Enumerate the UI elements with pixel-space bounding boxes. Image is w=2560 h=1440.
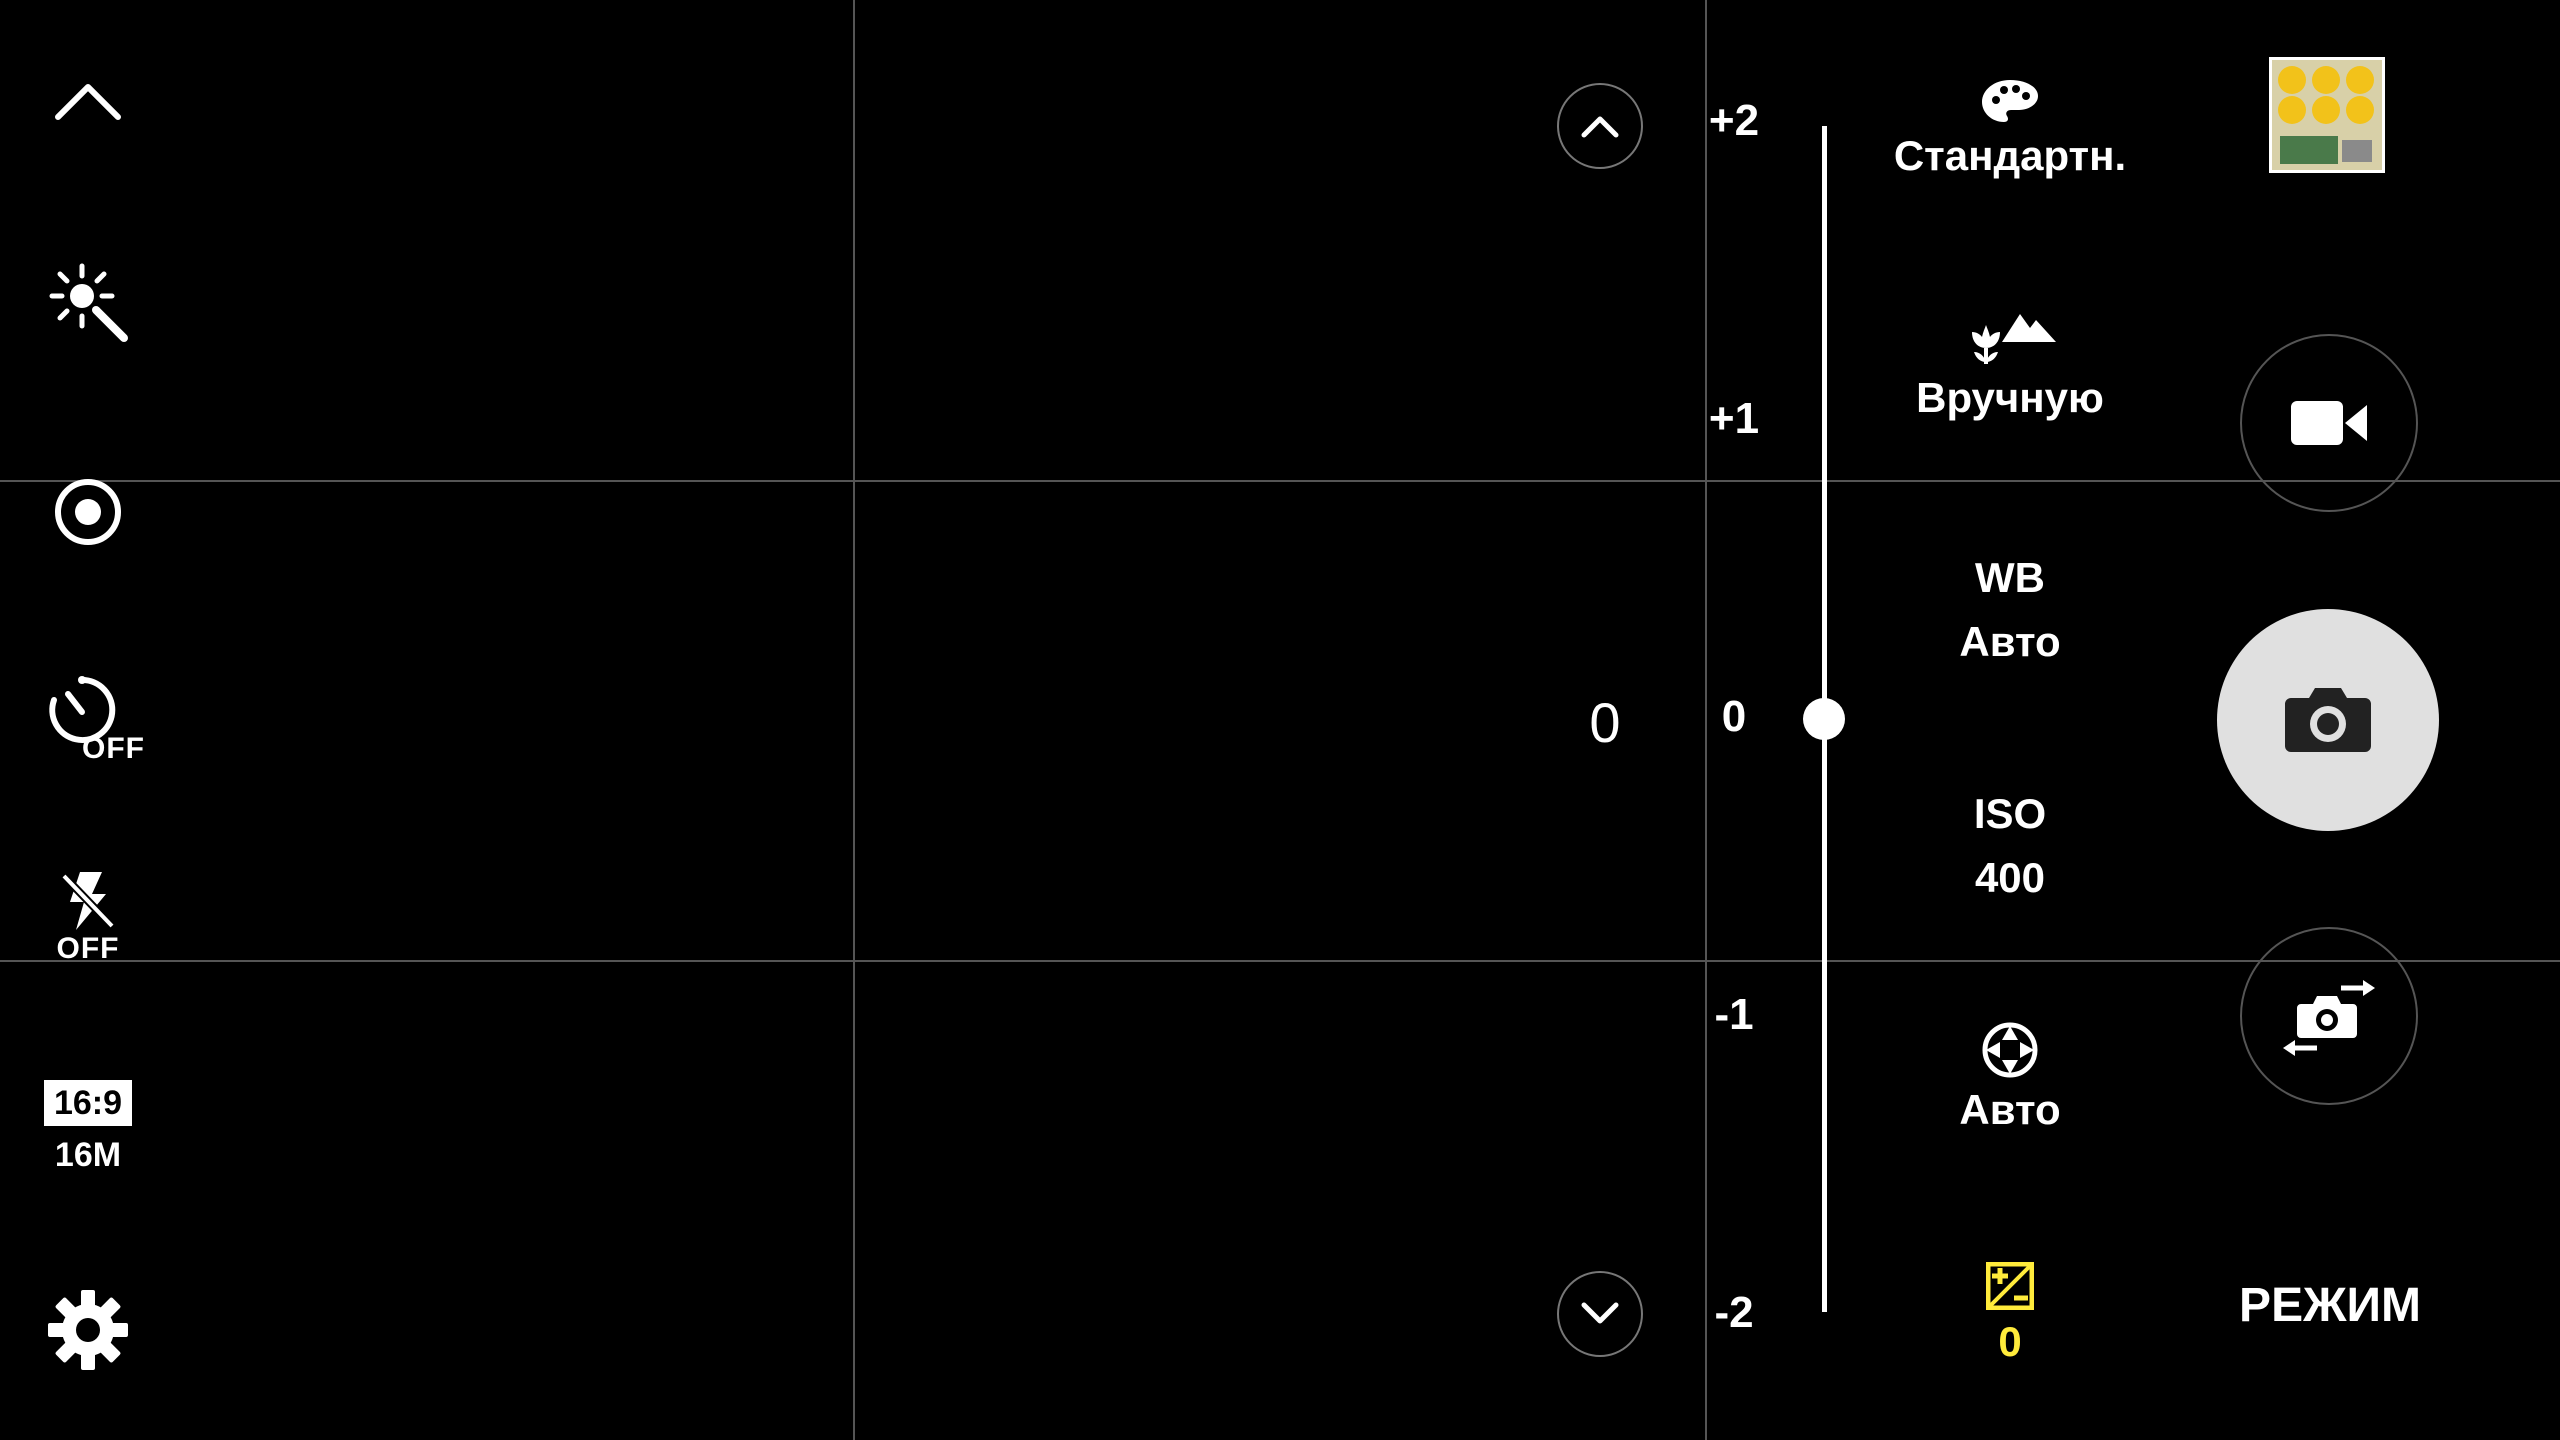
exposure-up-button[interactable] — [1557, 83, 1643, 169]
flash-button[interactable]: OFF — [44, 870, 132, 966]
grid-line-horizontal-2 — [0, 960, 2560, 962]
color-tone-setting[interactable]: Стандартн. — [1870, 78, 2150, 188]
exposure-compensation-icon — [1986, 1262, 2034, 1310]
ev-scale-label: -1 — [1714, 990, 1754, 1039]
resolution-label: 16M — [54, 1136, 122, 1174]
wb-title: WB — [1975, 554, 2045, 601]
ev-scale-label: 0 — [1721, 692, 1747, 741]
magic-wand-icon[interactable] — [44, 260, 132, 344]
timer-button[interactable]: OFF — [40, 670, 150, 765]
focus-label: Вручную — [1916, 374, 2104, 421]
ev-scale-label: +2 — [1708, 96, 1760, 145]
hdr-icon[interactable] — [44, 470, 132, 554]
focus-setting[interactable]: Вручную — [1870, 310, 2150, 430]
exposure-current-value: 0 — [1589, 691, 1621, 754]
mode-button[interactable]: РЕЖИМ — [2200, 1278, 2460, 1333]
switch-camera-icon — [2283, 980, 2375, 1056]
metering-label: Авто — [1959, 1086, 2061, 1133]
wb-value: Авто — [1959, 618, 2061, 665]
collapse-icon[interactable] — [44, 60, 132, 140]
chevron-up-icon — [1581, 116, 1619, 138]
palette-icon — [1982, 80, 2038, 122]
camera-icon — [2285, 688, 2371, 752]
iso-value: 400 — [1974, 854, 2046, 901]
color-tone-label: Стандартн. — [1893, 132, 2127, 179]
flash-off-icon — [61, 872, 115, 930]
picture-size-button[interactable]: 16:9 16M — [38, 1080, 138, 1175]
grid-line-vertical-1 — [853, 0, 855, 1440]
iso-setting[interactable]: ISO 400 — [1870, 782, 2150, 910]
shutter-button[interactable] — [2217, 609, 2439, 831]
chevron-down-icon — [1581, 1302, 1619, 1324]
video-record-button[interactable] — [2240, 334, 2418, 512]
exposure-value-setting[interactable]: 0 — [1870, 1262, 2150, 1374]
exposure-slider-thumb[interactable] — [1803, 698, 1845, 740]
timer-state-label: OFF — [82, 732, 145, 765]
exposure-down-button[interactable] — [1557, 1271, 1643, 1357]
ev-scale-label: +1 — [1708, 394, 1760, 443]
ratio-badge: 16:9 — [43, 1080, 133, 1126]
ev-scale-label: -2 — [1714, 1288, 1754, 1337]
focus-macro-landscape-icon — [1972, 314, 2056, 364]
gallery-thumbnail[interactable] — [2269, 57, 2385, 173]
aperture-icon — [1982, 1022, 2038, 1078]
iso-title: ISO — [1973, 790, 2047, 837]
exposure-value-label: 0 — [1998, 1318, 2022, 1365]
video-camera-icon — [2291, 401, 2367, 445]
settings-gear-icon[interactable] — [44, 1288, 132, 1372]
switch-camera-button[interactable] — [2240, 927, 2418, 1105]
white-balance-setting[interactable]: WB Авто — [1870, 546, 2150, 674]
metering-setting[interactable]: Авто — [1870, 1022, 2150, 1142]
flash-state-label: OFF — [56, 932, 120, 965]
grid-line-horizontal-1 — [0, 480, 2560, 482]
gallery-thumbnail-image — [2272, 60, 2382, 170]
